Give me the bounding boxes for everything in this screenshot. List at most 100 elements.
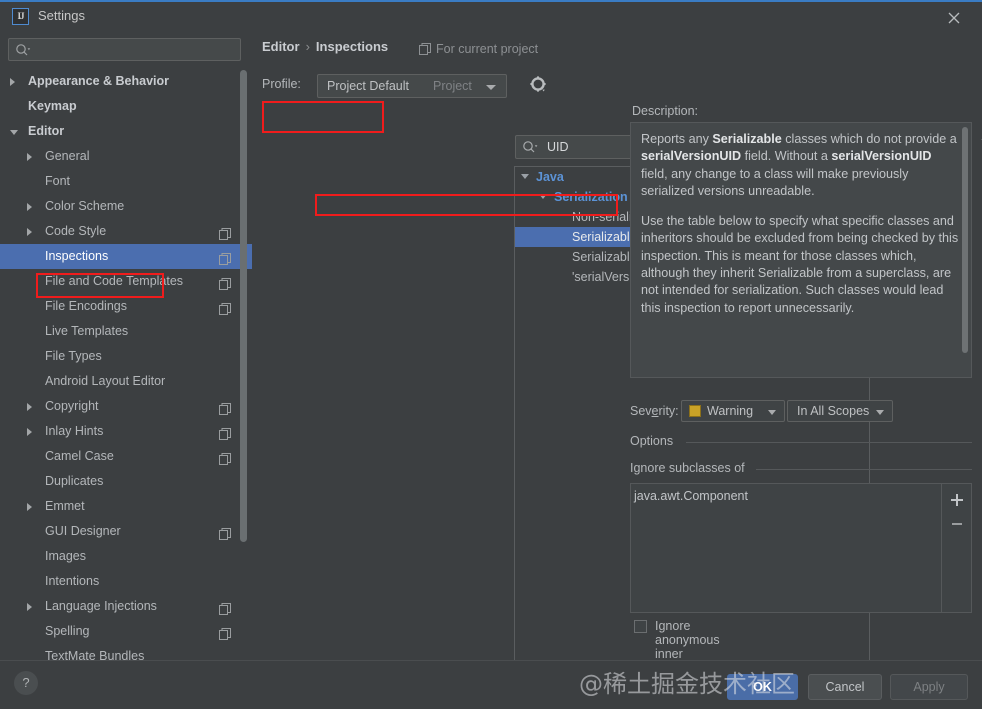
chevron-right-icon [27, 403, 32, 411]
cancel-button[interactable]: Cancel [808, 674, 882, 700]
inspection-search-value: UID [547, 140, 569, 154]
description-box: Reports any Serializable classes which d… [630, 122, 972, 378]
ok-button[interactable]: OK [727, 674, 798, 700]
chevron-down-icon [486, 85, 496, 90]
sidebar-item-emmet[interactable]: Emmet [0, 494, 252, 519]
inspection-row-label: Java [536, 170, 564, 184]
sidebar-item-editor[interactable]: Editor [0, 119, 252, 144]
sidebar-item-copyright[interactable]: Copyright [0, 394, 252, 419]
sidebar-item-intentions[interactable]: Intentions [0, 569, 252, 594]
desc-b2: serialVersionUID [641, 149, 742, 164]
sidebar-item-label: Camel Case [45, 449, 114, 463]
sidebar-item-label: Live Templates [45, 324, 129, 338]
breadcrumb-parent[interactable]: Editor [262, 39, 300, 54]
sidebar-item-font[interactable]: Font [0, 169, 252, 194]
severity-label-b: rity: [658, 404, 679, 418]
sidebar-item-label: General [45, 149, 90, 163]
sidebar-item-textmate-bundles[interactable]: TextMate Bundles [0, 644, 252, 660]
sidebar-item-language-injections[interactable]: Language Injections [0, 594, 252, 619]
intellij-idea-icon: IJ [12, 8, 29, 25]
severity-label: Severity: [630, 404, 679, 418]
description-label: Description: [632, 104, 698, 118]
options-section-divider [686, 442, 972, 443]
sidebar-item-label: Inspections [45, 249, 109, 263]
sidebar-item-file-types[interactable]: File Types [0, 344, 252, 369]
desc-p1a: Reports any [641, 132, 713, 146]
sidebar-item-label: File and Code Templates [45, 274, 184, 288]
chevron-down-icon [876, 410, 884, 415]
profile-scope: Project [433, 79, 472, 93]
sidebar-item-android-layout-editor[interactable]: Android Layout Editor [0, 369, 252, 394]
sidebar-item-label: Color Scheme [45, 199, 125, 213]
description-scrollbar[interactable] [962, 127, 968, 353]
search-icon [15, 43, 31, 60]
description-paragraph-2: Use the table below to specify what spec… [641, 214, 959, 315]
settings-dialog: IJ Settings Appearance & Behavior Keymap E… [0, 0, 982, 709]
for-current-project-label: For current project [419, 42, 539, 56]
sidebar-item-label: TextMate Bundles [45, 649, 145, 660]
severity-value: Warning [707, 404, 754, 418]
sidebar-item-label: Keymap [28, 99, 77, 113]
sidebar-item-live-templates[interactable]: Live Templates [0, 319, 252, 344]
sidebar-item-label: Android Layout Editor [45, 374, 166, 388]
sidebar-item-label: Emmet [45, 499, 85, 513]
sidebar-scrollbar[interactable] [240, 70, 247, 542]
chevron-right-icon [27, 203, 32, 211]
chevron-down-icon [10, 130, 18, 139]
sidebar-item-duplicates[interactable]: Duplicates [0, 469, 252, 494]
sidebar-item-label: Editor [28, 124, 65, 138]
apply-button[interactable]: Apply [890, 674, 968, 700]
sidebar-item-gui-designer[interactable]: GUI Designer [0, 519, 252, 544]
ignore-anonymous-checkbox[interactable] [634, 620, 647, 633]
list-item[interactable]: java.awt.Component [634, 489, 748, 503]
severity-label-a: Sev [630, 404, 652, 418]
sidebar-search-input[interactable] [8, 38, 241, 61]
sidebar-item-label: Copyright [45, 399, 99, 413]
minus-icon[interactable] [949, 516, 965, 532]
sidebar-item-inlay-hints[interactable]: Inlay Hints [0, 419, 252, 444]
desc-b1: Serializable [712, 132, 782, 146]
sidebar-item-file-encodings[interactable]: File Encodings [0, 294, 252, 319]
sidebar-item-keymap[interactable]: Keymap [0, 94, 252, 119]
profile-label: Profile: [262, 77, 301, 91]
settings-sidebar: Appearance & Behavior Keymap Editor General… [0, 30, 252, 660]
sidebar-item-images[interactable]: Images [0, 544, 252, 569]
sidebar-item-spelling[interactable]: Spelling [0, 619, 252, 644]
desc-p1b: classes which do not provide a [781, 132, 957, 146]
chevron-right-icon [27, 603, 32, 611]
sidebar-item-appearance-behavior[interactable]: Appearance & Behavior [0, 69, 252, 94]
sidebar-item-file-and-code-templates[interactable]: File and Code Templates [0, 269, 252, 294]
sidebar-item-general[interactable]: General [0, 144, 252, 169]
ignore-subclasses-list[interactable]: java.awt.Component [630, 483, 972, 613]
ignore-subclasses-divider [756, 469, 972, 470]
close-icon[interactable] [934, 4, 974, 30]
for-current-project-text: For current project [436, 42, 539, 56]
chevron-down-icon [539, 194, 547, 199]
scope-combobox[interactable]: In All Scopes [787, 400, 893, 422]
chevron-right-icon [10, 78, 15, 86]
desc-p1c: field. Without a [741, 149, 832, 164]
plus-icon[interactable] [949, 492, 965, 508]
breadcrumb-separator: › [305, 39, 310, 54]
sidebar-item-label: Language Injections [45, 599, 157, 613]
description-paragraph-1: Reports any Serializable classes which d… [641, 131, 959, 200]
sidebar-item-color-scheme[interactable]: Color Scheme [0, 194, 252, 219]
desc-p1d: field, any change to a class will make p… [641, 166, 909, 198]
search-icon [522, 140, 540, 158]
chevron-right-icon [27, 153, 32, 161]
chevron-right-icon [27, 503, 32, 511]
breadcrumb-current: Inspections [315, 39, 389, 54]
sidebar-item-code-style[interactable]: Code Style [0, 219, 252, 244]
severity-label-accel: e [651, 404, 659, 418]
help-button[interactable]: ? [14, 671, 38, 695]
sidebar-item-label: Intentions [45, 574, 100, 588]
desc-b3: serialVersionUID [831, 149, 932, 164]
profile-combobox[interactable]: Project Default Project [317, 74, 507, 98]
settings-category-tree[interactable]: Appearance & Behavior Keymap Editor General… [0, 69, 252, 660]
sidebar-item-camel-case[interactable]: Camel Case [0, 444, 252, 469]
severity-color-swatch [689, 405, 701, 417]
sidebar-item-inspections[interactable]: Inspections [0, 244, 252, 269]
gear-icon[interactable] [530, 76, 552, 98]
sidebar-item-label: Appearance & Behavior [28, 74, 170, 88]
severity-combobox[interactable]: Warning [681, 400, 785, 422]
